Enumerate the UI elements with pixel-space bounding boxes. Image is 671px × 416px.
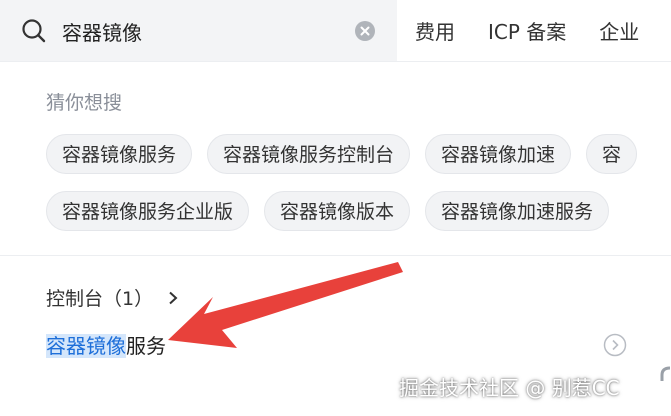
result-item-label: 容器镜像服务 — [46, 334, 166, 358]
suggestions-label: 猜你想搜 — [46, 92, 123, 114]
suggestion-tag[interactable]: 容器镜像服务企业版 — [46, 191, 250, 231]
result-category-console[interactable]: 控制台（1） — [46, 284, 179, 311]
nav-item-fees[interactable]: 费用 — [415, 16, 455, 45]
clear-icon[interactable] — [355, 21, 375, 41]
chevron-right-icon — [169, 291, 178, 304]
top-bar: 费用 ICP 备案 企业 — [0, 0, 671, 61]
suggestion-tag[interactable]: 容器镜像版本 — [264, 191, 411, 231]
result-item[interactable]: 容器镜像服务 — [46, 330, 666, 364]
search-box[interactable] — [0, 0, 397, 61]
suggestion-row-2: 容器镜像服务企业版 容器镜像版本 容器镜像加速服务 — [46, 191, 624, 231]
suggestion-tag[interactable]: 容器镜像服务 — [46, 134, 193, 174]
suggestion-tag[interactable]: 容器镜像服务控制台 — [207, 134, 411, 174]
search-icon — [22, 19, 46, 43]
nav-item-icp[interactable]: ICP 备案 — [488, 16, 566, 45]
top-nav: 费用 ICP 备案 企业 — [415, 0, 671, 61]
search-dropdown: 猜你想搜 容器镜像服务 容器镜像服务控制台 容器镜像加速 容 容器镜像服务企业版… — [0, 61, 671, 416]
suggestion-tag[interactable]: 容 — [586, 134, 638, 174]
result-item-highlight: 容器镜像 — [46, 334, 126, 358]
search-input[interactable] — [62, 12, 342, 50]
edge-icon — [660, 366, 671, 381]
suggestion-tag[interactable]: 容器镜像加速服务 — [425, 191, 610, 231]
suggestion-row-1: 容器镜像服务 容器镜像服务控制台 容器镜像加速 容 — [46, 134, 652, 174]
suggestion-tag[interactable]: 容器镜像加速 — [425, 134, 572, 174]
circle-chevron-right-icon[interactable] — [603, 333, 627, 357]
result-category-label: 控制台（1） — [46, 288, 154, 310]
watermark: 掘金技术社区 @ 别惹CC — [399, 376, 620, 400]
result-item-rest: 服务 — [126, 334, 166, 358]
nav-item-enterprise[interactable]: 企业 — [599, 16, 639, 45]
divider — [0, 255, 671, 256]
